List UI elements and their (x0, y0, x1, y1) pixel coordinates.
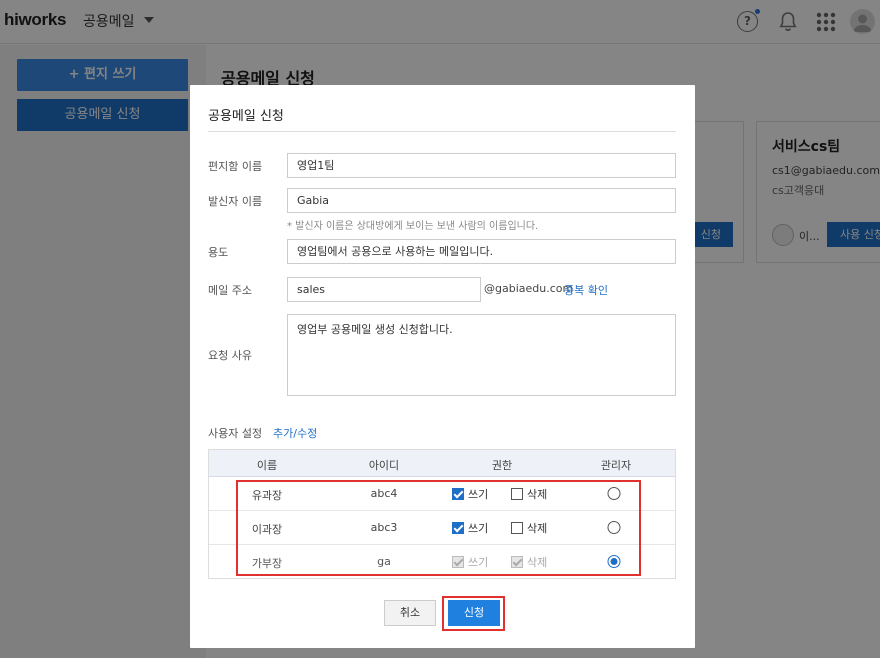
admin-radio[interactable] (607, 487, 621, 500)
checkbox-unchecked-icon[interactable] (511, 522, 523, 534)
user-name: 가부장 (251, 557, 283, 570)
write-permission-checkbox[interactable]: 쓰기 (452, 520, 488, 536)
column-header-permission: 권한 (491, 459, 513, 472)
reason-textarea[interactable]: 영업부 공용메일 생성 신청합니다. (287, 314, 676, 396)
delete-permission-checkbox: 삭제 (511, 554, 547, 570)
write-permission-checkbox: 쓰기 (452, 554, 488, 570)
mailbox-name-input[interactable]: 영업1팀 (287, 153, 676, 178)
user-name: 이과장 (251, 523, 283, 536)
cancel-button[interactable]: 취소 (384, 600, 436, 626)
table-row: 유과장 abc4 쓰기 삭제 (209, 477, 675, 511)
admin-radio[interactable] (607, 521, 621, 534)
user-id: abc3 (370, 521, 398, 534)
sender-name-label: 발신자 이름 (208, 195, 263, 208)
write-label: 쓰기 (468, 556, 489, 569)
user-id: abc4 (370, 487, 398, 500)
delete-permission-checkbox[interactable]: 삭제 (511, 520, 547, 536)
delete-label: 삭제 (527, 488, 548, 501)
sender-name-input[interactable]: Gabia (287, 188, 676, 213)
checkbox-disabled-icon (452, 556, 464, 568)
table-row: 가부장 ga 쓰기 삭제 (209, 545, 675, 579)
purpose-label: 용도 (208, 246, 229, 259)
user-name: 유과장 (251, 489, 283, 502)
admin-radio-selected[interactable] (607, 555, 621, 568)
table-header: 이름 아이디 권한 관리자 (209, 450, 675, 477)
mailbox-name-label: 편지함 이름 (208, 160, 263, 173)
delete-permission-checkbox[interactable]: 삭제 (511, 486, 547, 502)
checkbox-disabled-icon (511, 556, 523, 568)
write-label: 쓰기 (468, 522, 489, 535)
table-row: 이과장 abc3 쓰기 삭제 (209, 511, 675, 545)
email-input[interactable]: sales (287, 277, 481, 302)
apply-modal: 공용메일 신청 편지함 이름 영업1팀 발신자 이름 Gabia * 발신자 이… (190, 85, 695, 648)
column-header-id: 아이디 (368, 459, 400, 472)
email-domain: @gabiaedu.com (484, 282, 574, 295)
delete-label: 삭제 (527, 522, 548, 535)
write-label: 쓰기 (468, 488, 489, 501)
purpose-input[interactable]: 영업팀에서 공용으로 사용하는 메일입니다. (287, 239, 676, 264)
sender-name-hint: * 발신자 이름은 상대방에게 보이는 보낸 사람의 이름입니다. (287, 221, 539, 232)
user-table: 이름 아이디 권한 관리자 유과장 abc4 쓰기 삭제 이과장 abc3 쓰기… (208, 449, 676, 579)
add-edit-users-link[interactable]: 추가/수정 (273, 425, 317, 441)
duplicate-check-link[interactable]: 중복 확인 (564, 282, 608, 298)
user-settings-label: 사용자 설정 (208, 427, 263, 440)
write-permission-checkbox[interactable]: 쓰기 (452, 486, 488, 502)
email-label: 메일 주소 (208, 284, 252, 297)
delete-label: 삭제 (527, 556, 548, 569)
submit-button[interactable]: 신청 (448, 600, 500, 626)
reason-label: 요청 사유 (208, 349, 252, 362)
modal-title: 공용메일 신청 (208, 109, 284, 124)
user-id: ga (377, 555, 391, 568)
column-header-name: 이름 (256, 459, 278, 472)
checkbox-unchecked-icon[interactable] (511, 488, 523, 500)
checkbox-checked-icon[interactable] (452, 488, 464, 500)
column-header-admin: 관리자 (600, 459, 632, 472)
divider (208, 131, 676, 132)
checkbox-checked-icon[interactable] (452, 522, 464, 534)
